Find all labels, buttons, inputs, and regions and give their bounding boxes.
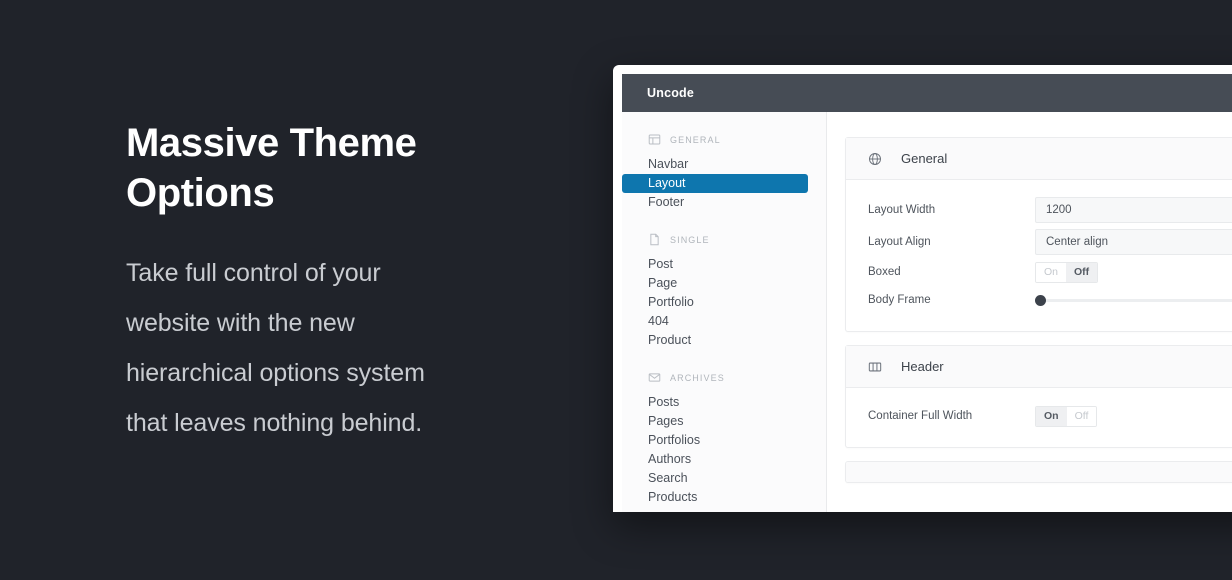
container-full-width-toggle[interactable]: On Off [1035,405,1098,427]
card-body: Container Full Width On Off [846,388,1232,447]
field-row: Layout Align Center align [846,226,1232,258]
columns-icon [868,360,882,374]
sidebar-item-portfolios[interactable]: Portfolios [622,431,808,450]
page-title: Massive Theme Options [126,118,556,218]
slider-handle[interactable] [1035,294,1046,306]
card-title: Header [901,359,944,374]
field-control: On Off [1035,261,1232,283]
sidebar-group-label: ARCHIVES [670,372,725,383]
boxed-toggle-on[interactable]: On [1036,262,1067,282]
field-control: On Off [1035,405,1232,427]
sidebar-item-authors[interactable]: Authors [622,450,808,469]
sidebar-group-general: GENERAL Navbar Layout Footer [622,129,826,212]
sidebar-group-label: GENERAL [670,134,721,145]
sidebar-group-archives: ARCHIVES Posts Pages Portfolios Authors Searc… [622,367,826,507]
sidebar-item-navbar[interactable]: Navbar [622,155,808,174]
sidebar-group-header: ARCHIVES [622,367,826,393]
field-row: Boxed On Off [846,258,1232,286]
sidebar-item-search[interactable]: Search [622,469,808,488]
options-sidebar[interactable]: GENERAL Navbar Layout Footer SINGLE Post Page P… [622,112,827,512]
sidebar-item-layout[interactable]: Layout [622,174,808,193]
hero-description: Take full control of your website with t… [126,259,425,437]
window-titlebar: Uncode [622,74,1232,112]
card-header: Header [846,346,1232,388]
sidebar-item-portfolio[interactable]: Portfolio [622,293,808,312]
field-row: Layout Width [846,194,1232,226]
sidebar-item-list: Post Page Portfolio 404 Product [622,255,826,350]
field-label-container-full-width: Container Full Width [868,410,973,422]
sidebar-group-single: SINGLE Post Page Portfolio 404 Product [622,229,826,350]
field-label-layout-align: Layout Align [868,236,931,248]
sidebar-item-posts[interactable]: Posts [622,393,808,412]
field-row: Body Frame [846,286,1232,314]
field-label-body-frame: Body Frame [868,294,931,306]
sidebar-item-list: Posts Pages Portfolios Authors Search Product… [622,393,826,507]
sidebar-item-404[interactable]: 404 [622,312,808,331]
field-label-boxed: Boxed [868,266,901,278]
field-control [1035,197,1232,223]
sidebar-item-product[interactable]: Product [622,331,808,350]
field-control: Center align [1035,229,1232,255]
sidebar-group-header: GENERAL [622,129,826,155]
theme-options-window: Uncode GENERAL Navbar Layout Footer SINGLE Po… [613,65,1232,512]
sidebar-item-products[interactable]: Products [622,488,808,507]
window-title: Uncode [647,86,695,100]
hero-title-line2: Options [126,171,275,215]
container-full-width-toggle-on[interactable]: On [1036,406,1067,426]
body-frame-slider[interactable] [1035,293,1232,307]
settings-card-general: General Layout Width Layout Align Center al… [845,137,1232,332]
field-row: Container Full Width On Off [846,402,1232,430]
card-header: General [846,138,1232,180]
sidebar-item-pages[interactable]: Pages [622,412,808,431]
layout-icon [648,133,661,146]
slider-track [1035,298,1232,302]
inbox-icon [648,371,661,384]
field-label-layout-width: Layout Width [868,204,936,216]
container-full-width-toggle-off[interactable]: Off [1066,406,1097,426]
window-inner: Uncode GENERAL Navbar Layout Footer SINGLE Po… [622,74,1232,512]
field-control [1035,293,1232,307]
hero-title-line1: Massive Theme [126,121,417,165]
sidebar-group-label: SINGLE [670,234,710,245]
settings-card-partial [845,461,1232,483]
settings-card-header: Header Container Full Width On Off [845,345,1232,448]
sidebar-item-list: Navbar Layout Footer [622,155,826,212]
card-title: General [901,151,948,166]
layout-align-select[interactable]: Center align [1035,229,1232,255]
globe-icon [868,152,882,166]
hero-section: Massive Theme Options Take full control … [126,118,556,448]
sidebar-item-footer[interactable]: Footer [622,193,808,212]
sidebar-item-page[interactable]: Page [622,274,808,293]
sidebar-group-header: SINGLE [622,229,826,255]
layout-width-input[interactable] [1035,197,1232,223]
card-header [846,462,1232,482]
sidebar-item-post[interactable]: Post [622,255,808,274]
card-body: Layout Width Layout Align Center align Boxe… [846,180,1232,331]
options-content: General Layout Width Layout Align Center al… [827,112,1232,512]
window-body: GENERAL Navbar Layout Footer SINGLE Post Page P… [622,112,1232,512]
boxed-toggle-off[interactable]: Off [1066,262,1098,282]
document-icon [648,233,661,246]
boxed-toggle[interactable]: On Off [1035,261,1099,283]
